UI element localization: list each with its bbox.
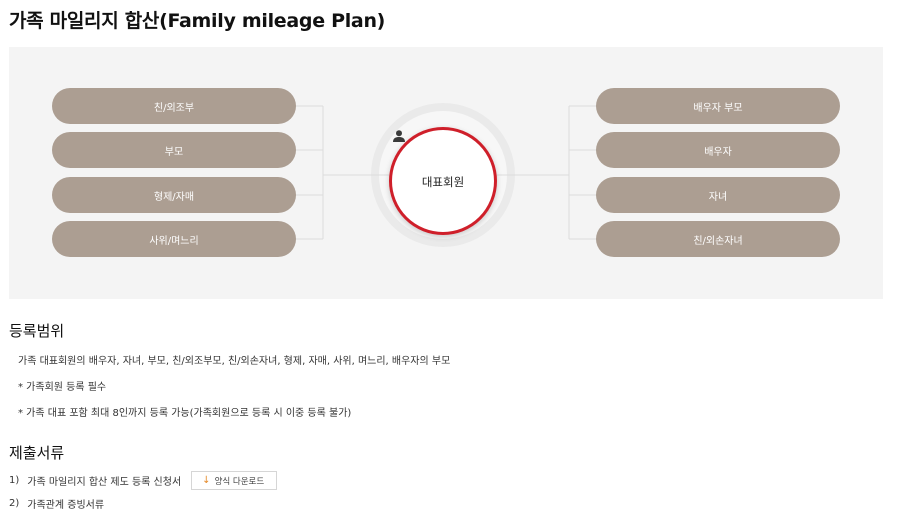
- documents-title: 제출서류: [9, 444, 65, 462]
- family-diagram: 친/외조부 부모 형제/자매 사위/며느리 배우자 부모 배우자 자녀 친/외손…: [9, 47, 883, 299]
- representative-member-circle: 대표회원: [389, 127, 497, 235]
- relation-pill-right-2: 배우자: [596, 132, 840, 168]
- registration-line-3: * 가족 대표 포함 최대 8인까지 등록 가능(가족회원으로 등록 시 이중 …: [18, 408, 352, 419]
- document-number: 2): [9, 498, 20, 509]
- download-arrow-icon: ↓: [202, 475, 211, 486]
- center-label: 대표회원: [421, 175, 465, 189]
- document-text: 가족 마일리지 합산 제도 등록 신청서: [27, 477, 182, 488]
- person-icon: [393, 130, 405, 142]
- relation-pill-left-1: 친/외조부: [52, 88, 296, 124]
- document-text: 가족관계 증빙서류: [27, 500, 105, 511]
- download-button-label: 양식 다운로드: [214, 476, 265, 487]
- relation-pill-left-4: 사위/며느리: [52, 221, 296, 257]
- registration-line-1: 가족 대표회원의 배우자, 자녀, 부모, 친/외조부모, 친/외손자녀, 형제…: [18, 356, 451, 367]
- form-download-button[interactable]: ↓ 양식 다운로드: [191, 471, 278, 490]
- registration-title: 등록범위: [9, 322, 65, 340]
- relation-pill-right-3: 자녀: [596, 177, 840, 213]
- relation-pill-left-2: 부모: [52, 132, 296, 168]
- registration-line-2: * 가족회원 등록 필수: [18, 382, 107, 393]
- page-title: 가족 마일리지 합산(Family mileage Plan): [9, 10, 386, 32]
- document-item-2: 2) 가족관계 증빙서류: [9, 496, 104, 511]
- document-item-1: 1) 가족 마일리지 합산 제도 등록 신청서 ↓ 양식 다운로드: [9, 471, 278, 490]
- relation-pill-right-4: 친/외손자녀: [596, 221, 840, 257]
- relation-pill-left-3: 형제/자매: [52, 177, 296, 213]
- relation-pill-right-1: 배우자 부모: [596, 88, 840, 124]
- document-number: 1): [9, 475, 20, 486]
